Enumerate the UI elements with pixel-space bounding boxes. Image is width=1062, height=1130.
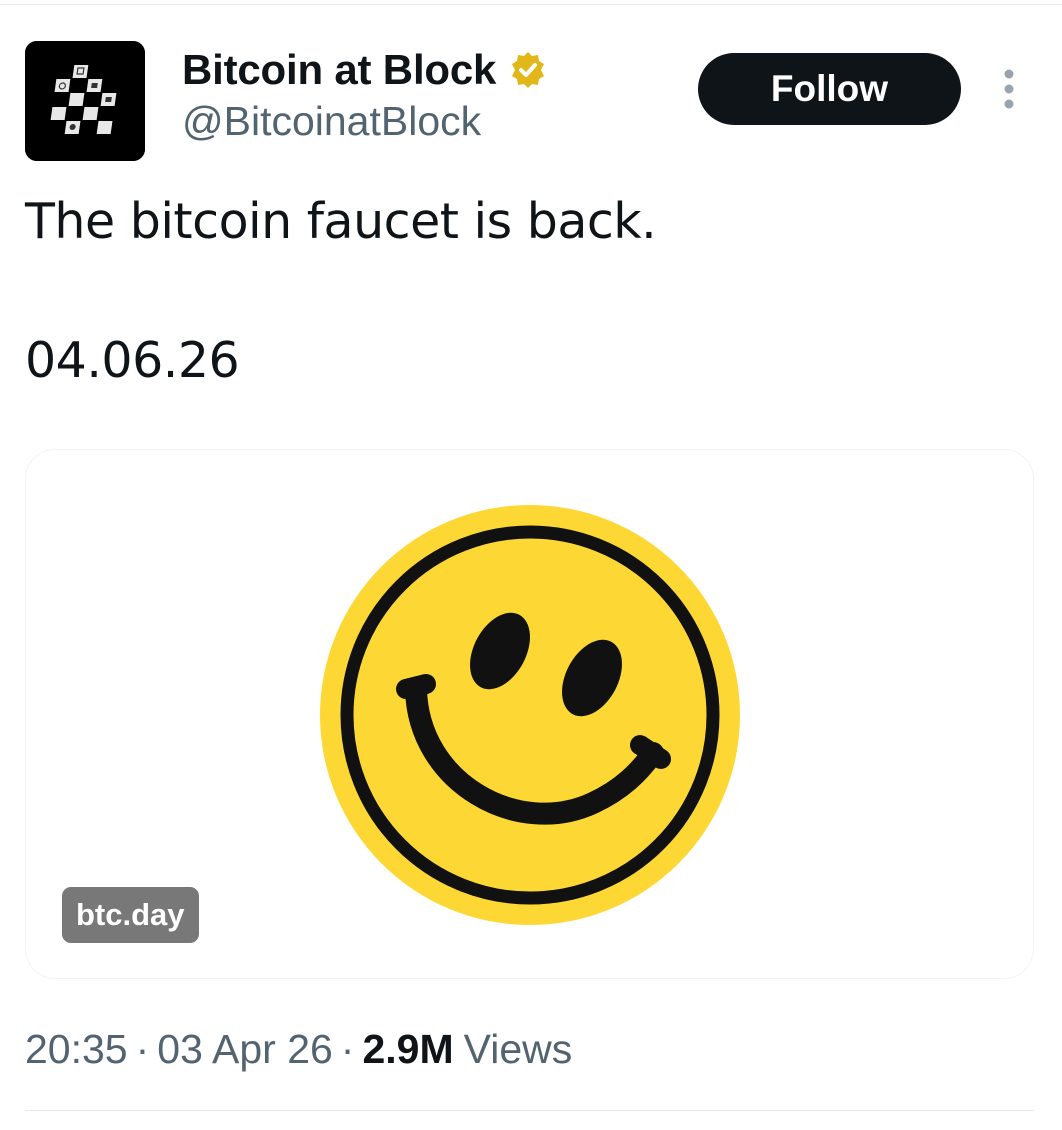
views-count[interactable]: 2.9M <box>362 1026 453 1073</box>
meta-separator: · <box>340 1025 355 1072</box>
media-card[interactable]: btc.day <box>25 449 1034 979</box>
gold-verified-badge-icon[interactable] <box>508 50 548 90</box>
tweet-date[interactable]: 03 Apr 26 <box>157 1026 333 1073</box>
checkerboard-logo-icon <box>25 41 145 161</box>
bottom-divider <box>25 1110 1034 1111</box>
views-label[interactable]: Views <box>464 1026 573 1073</box>
display-name-row: Bitcoin at Block <box>182 44 548 96</box>
top-divider <box>0 4 1062 5</box>
tweet-text: The bitcoin faucet is back. <box>25 193 657 250</box>
vertical-ellipsis-icon[interactable] <box>996 68 1022 112</box>
tweet-date-line: 04.06.26 <box>25 332 240 389</box>
author-avatar[interactable] <box>25 41 145 161</box>
tweet-time[interactable]: 20:35 <box>25 1026 128 1073</box>
author-display-name[interactable]: Bitcoin at Block <box>182 46 496 94</box>
smiley-face-icon <box>320 505 740 925</box>
meta-separator: · <box>135 1025 150 1072</box>
author-handle[interactable]: @BitcoinatBlock <box>182 98 481 145</box>
follow-button[interactable]: Follow <box>698 53 961 125</box>
link-badge[interactable]: btc.day <box>62 887 199 943</box>
tweet-meta-row: 20:35 · 03 Apr 26 · 2.9M Views <box>25 1022 572 1076</box>
